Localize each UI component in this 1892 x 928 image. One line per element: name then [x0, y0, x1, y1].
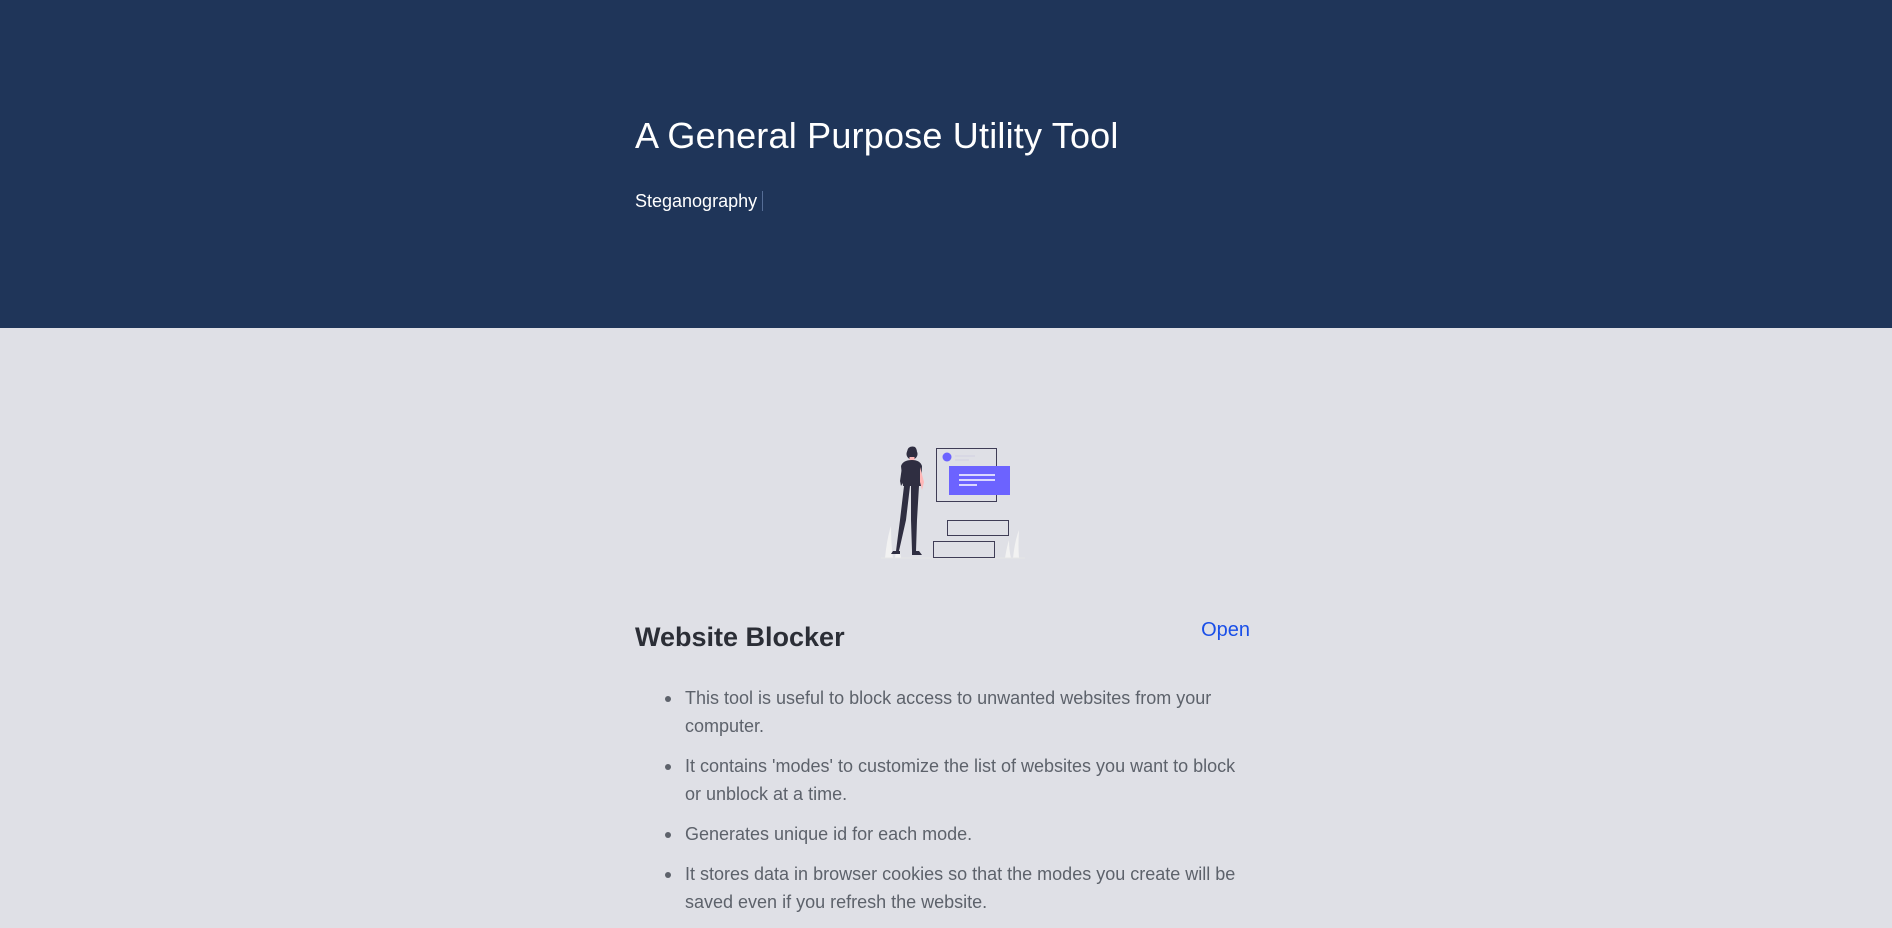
typed-text-value: Steganography	[635, 191, 758, 211]
typing-cursor	[762, 191, 764, 211]
feature-item: It stores data in browser cookies so tha…	[635, 860, 1255, 916]
hero-banner: A General Purpose Utility Tool Steganogr…	[0, 0, 1892, 328]
feature-item: Generates unique id for each mode.	[635, 820, 1255, 848]
feature-list: This tool is useful to block access to u…	[635, 684, 1255, 928]
card-title: Website Blocker	[635, 622, 845, 652]
typed-text: Steganography	[635, 191, 764, 212]
feature-item: It contains 'modes' to customize the lis…	[635, 752, 1255, 808]
person-viewing-screens-illustration	[881, 446, 1025, 559]
hero-title: A General Purpose Utility Tool	[635, 115, 1119, 156]
feature-item: This tool is useful to block access to u…	[635, 684, 1255, 740]
open-link[interactable]: Open	[1201, 619, 1250, 642]
